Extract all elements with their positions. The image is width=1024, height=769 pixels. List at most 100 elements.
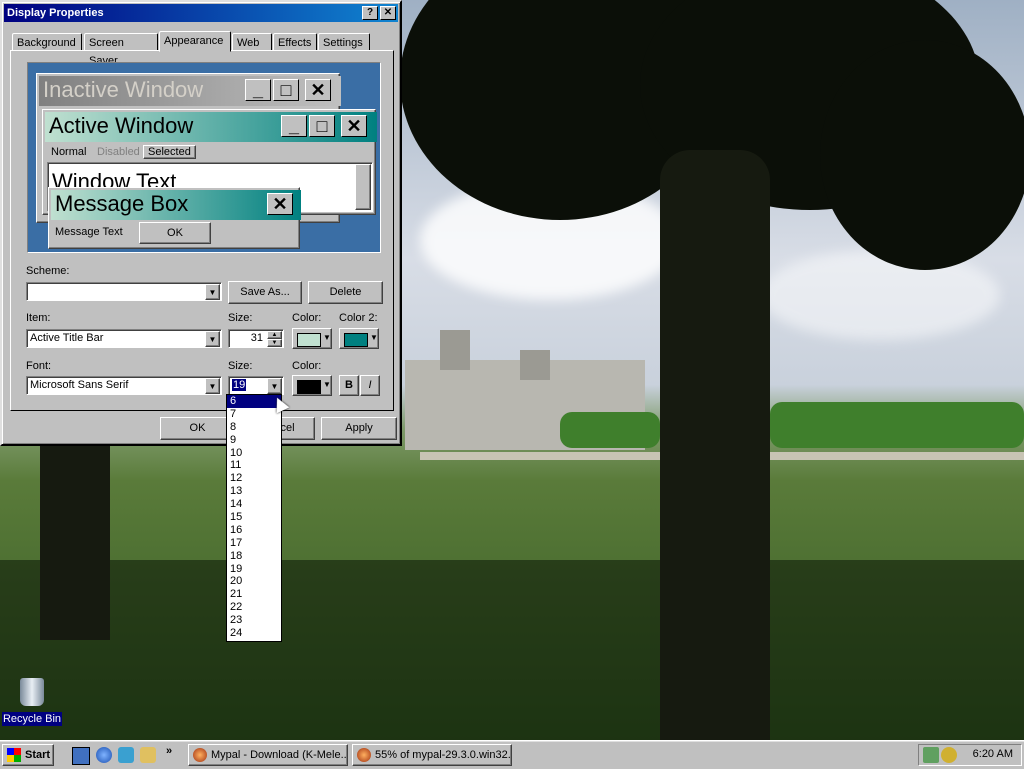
close-icon: ✕	[341, 115, 367, 137]
channels-icon[interactable]	[140, 747, 156, 763]
size-option[interactable]: 19	[227, 563, 281, 576]
italic-button[interactable]: I	[360, 375, 380, 396]
taskbar-item-mypal-download[interactable]: Mypal - Download (K-Mele...	[188, 744, 348, 766]
chateau-tower	[520, 350, 550, 380]
volume-icon[interactable]	[941, 747, 957, 763]
item-color-swatch	[297, 333, 321, 347]
recycle-bin-icon	[20, 678, 44, 706]
recycle-bin-label: Recycle Bin	[2, 712, 62, 726]
scheme-select[interactable]: ▼	[26, 282, 222, 301]
treeline	[770, 402, 1024, 448]
font-color-swatch	[297, 380, 321, 394]
delete-button[interactable]: Delete	[308, 281, 383, 304]
save-as-button[interactable]: Save As...	[228, 281, 302, 304]
minimize-icon: _	[281, 115, 307, 137]
cloud	[760, 250, 1000, 340]
quick-launch-chevron-icon[interactable]: »	[166, 745, 172, 757]
font-size-label: Size:	[228, 360, 253, 372]
outlook-express-icon[interactable]	[118, 747, 134, 763]
size-option[interactable]: 9	[227, 434, 281, 447]
size-option[interactable]: 14	[227, 498, 281, 511]
font-color-picker[interactable]: ▼	[292, 375, 332, 396]
preview-menu-normal: Normal	[51, 146, 87, 158]
size-option[interactable]: 18	[227, 550, 281, 563]
size-option[interactable]: 15	[227, 511, 281, 524]
chevron-down-icon[interactable]: ▼	[205, 378, 220, 394]
treeline	[560, 412, 660, 448]
maximize-icon: □	[309, 115, 335, 137]
item-color2-swatch	[344, 333, 368, 347]
tab-settings[interactable]: Settings	[318, 33, 370, 51]
item-color-picker[interactable]: ▼	[292, 328, 332, 349]
spin-down-icon[interactable]: ▼	[267, 339, 282, 347]
font-size-select[interactable]: 19 ▼	[228, 376, 284, 395]
window-title: Display Properties	[7, 7, 104, 19]
close-icon: ✕	[305, 79, 331, 101]
size-option[interactable]: 10	[227, 447, 281, 460]
tab-screen-saver[interactable]: Screen Saver	[84, 33, 158, 67]
font-size-dropdown-list[interactable]: 6 7 8 9 10 11 12 13 14 15 16 17 18 19 20 21 22 23 24	[226, 394, 282, 642]
preview-message-title-text: Message Box	[55, 191, 189, 216]
chevron-down-icon[interactable]: ▼	[205, 284, 220, 300]
preview-inactive-title-text: Inactive Window	[43, 77, 204, 102]
close-button[interactable]: ✕	[380, 6, 396, 20]
close-icon: ✕	[267, 193, 293, 215]
network-icon[interactable]	[923, 747, 939, 763]
chevron-down-icon: ▼	[323, 380, 331, 389]
font-label: Font:	[26, 360, 52, 372]
tab-appearance[interactable]: Appearance	[159, 31, 231, 52]
taskbar-item-label: Mypal - Download (K-Mele...	[211, 749, 348, 761]
item-size-value: 31	[250, 332, 263, 344]
ok-button[interactable]: OK	[160, 417, 235, 440]
start-label: Start	[25, 749, 51, 761]
item-select[interactable]: Active Title Bar ▼	[26, 329, 222, 348]
size-option[interactable]: 13	[227, 485, 281, 498]
preview-message-text: Message Text	[55, 226, 123, 238]
mypal-icon	[357, 748, 371, 762]
system-tray: 6:20 AM	[918, 744, 1022, 766]
recycle-bin[interactable]: Recycle Bin	[2, 676, 62, 730]
size-option[interactable]: 12	[227, 472, 281, 485]
bold-button[interactable]: B	[339, 375, 359, 396]
foliage	[820, 40, 1024, 270]
size-option[interactable]: 23	[227, 614, 281, 627]
font-color-label: Color:	[292, 360, 322, 372]
preview-ok-button: OK	[139, 222, 211, 244]
tab-web[interactable]: Web	[232, 33, 272, 51]
item-size-label: Size:	[228, 312, 253, 324]
size-option[interactable]: 7	[227, 408, 281, 421]
size-option[interactable]: 8	[227, 421, 281, 434]
size-option[interactable]: 17	[227, 537, 281, 550]
chevron-down-icon[interactable]: ▼	[267, 378, 282, 394]
chateau-tower	[440, 330, 470, 370]
tab-effects[interactable]: Effects	[273, 33, 317, 51]
close-icon: ✕	[383, 7, 393, 18]
size-option[interactable]: 16	[227, 524, 281, 537]
item-label: Item:	[26, 312, 51, 324]
clock[interactable]: 6:20 AM	[973, 748, 1013, 760]
help-button[interactable]: ?	[362, 6, 378, 20]
size-option[interactable]: 21	[227, 588, 281, 601]
tab-background[interactable]: Background	[12, 33, 82, 51]
size-option[interactable]: 20	[227, 575, 281, 588]
appearance-preview[interactable]: Inactive Window _ □ ✕ Active Window _ □ …	[27, 62, 381, 253]
size-option[interactable]: 24	[227, 627, 281, 640]
item-color2-picker[interactable]: ▼	[339, 328, 379, 349]
item-size-stepper[interactable]: 31 ▲ ▼	[228, 329, 284, 348]
font-select[interactable]: Microsoft Sans Serif ▼	[26, 376, 222, 395]
size-option[interactable]: 11	[227, 459, 281, 472]
font-size-value: 19	[232, 379, 247, 391]
item-color-label: Color:	[292, 312, 322, 324]
display-properties-window: Display Properties ? ✕ Background Screen…	[0, 0, 402, 446]
spin-up-icon[interactable]: ▲	[267, 331, 282, 339]
windows-logo-icon	[7, 748, 21, 762]
internet-explorer-icon[interactable]	[96, 747, 112, 763]
size-option[interactable]: 22	[227, 601, 281, 614]
item-value: Active Title Bar	[30, 332, 104, 344]
start-button[interactable]: Start	[2, 744, 54, 766]
scheme-label: Scheme:	[26, 265, 70, 277]
chevron-down-icon[interactable]: ▼	[205, 331, 220, 347]
taskbar-item-mypal-progress[interactable]: 55% of mypal-29.3.0.win32...	[352, 744, 512, 766]
apply-button[interactable]: Apply	[321, 417, 397, 440]
show-desktop-icon[interactable]	[72, 747, 90, 765]
